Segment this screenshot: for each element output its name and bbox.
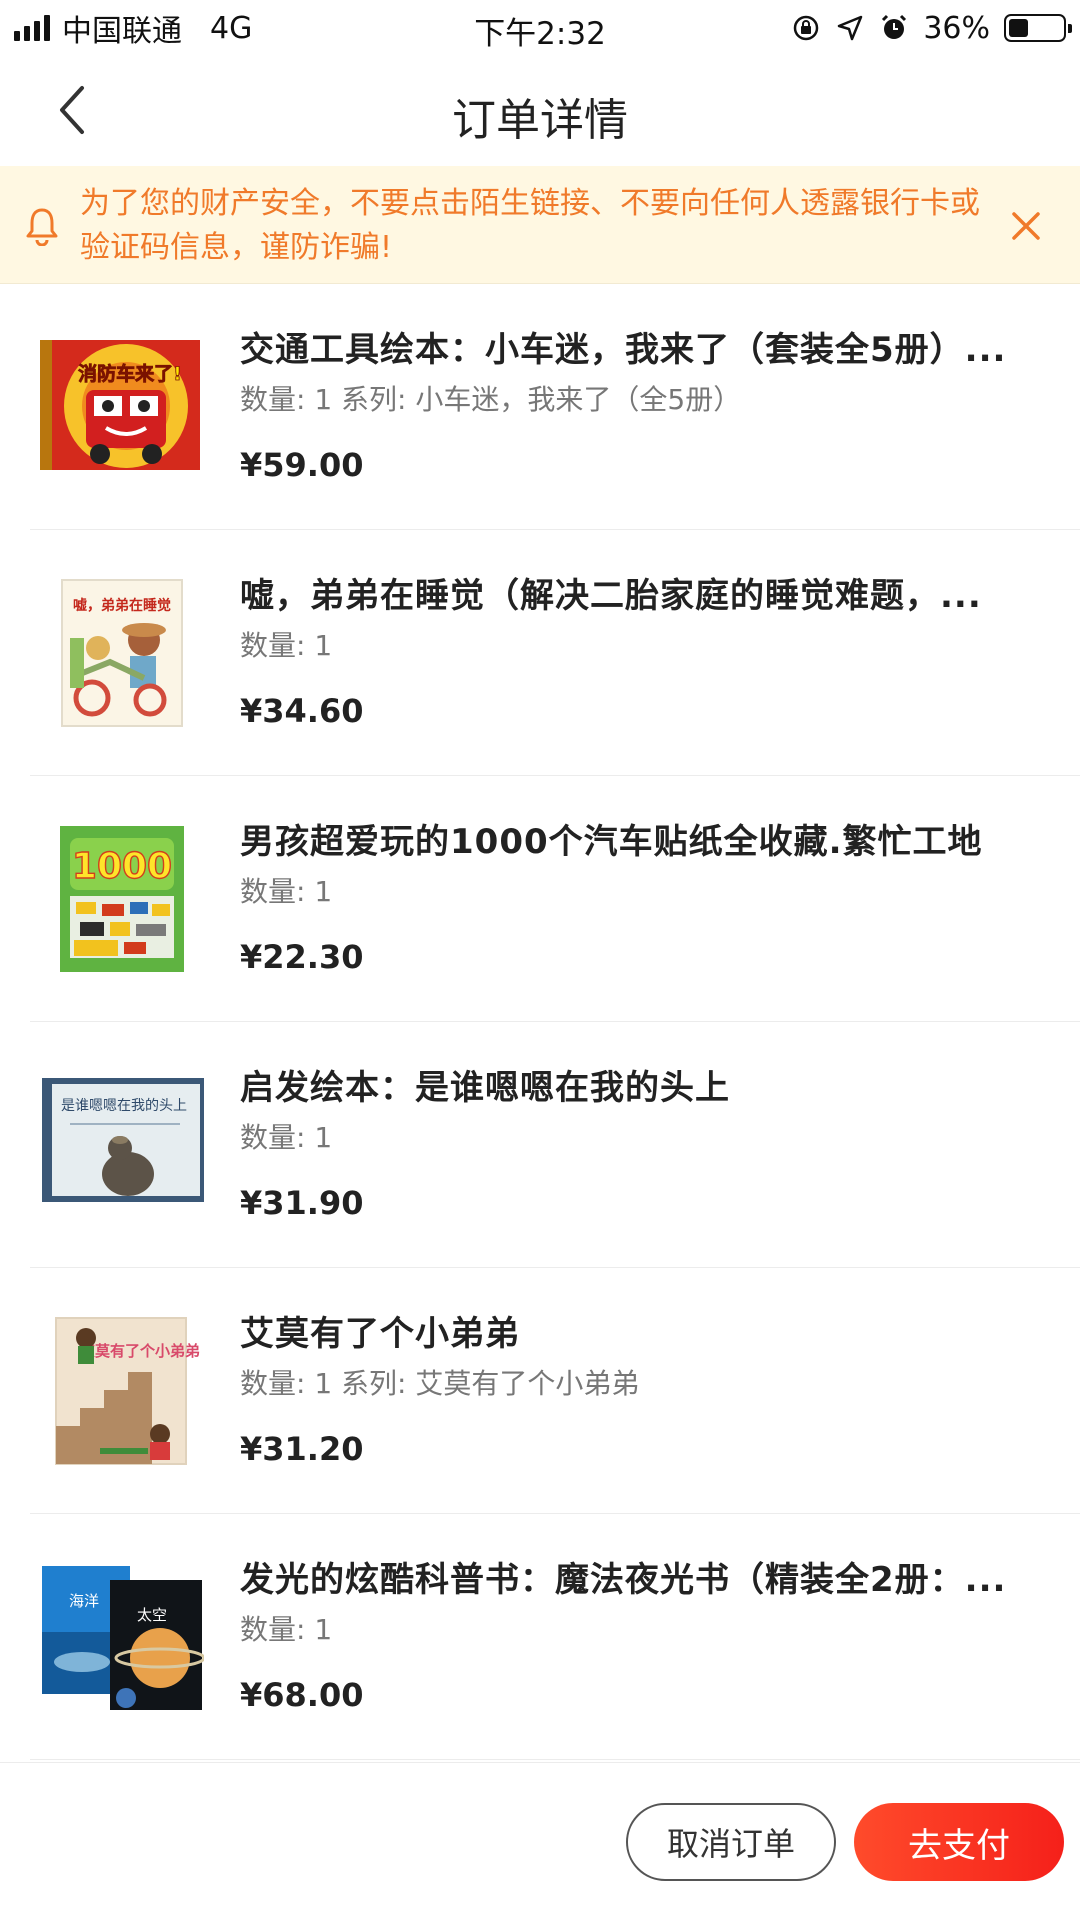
product-cover-image[interactable]: 是谁嗯嗯在我的头上 — [40, 1070, 204, 1220]
product-price: ¥68.00 — [240, 1676, 364, 1714]
battery-percent: 36% — [923, 10, 990, 46]
product-title: 交通工具绘本：小车迷，我来了（套装全5册）... — [240, 330, 1007, 370]
product-title: 艾莫有了个小弟弟 — [240, 1314, 520, 1354]
cover-title: 消防车来了! — [78, 362, 182, 385]
product-title: 启发绘本：是谁嗯嗯在我的头上 — [240, 1068, 730, 1108]
product-quantity-series: 数量: 1 系列: 艾莫有了个小弟弟 — [240, 1367, 640, 1400]
status-right: 36% — [791, 8, 1072, 48]
bell-icon — [26, 208, 58, 246]
location-icon — [838, 15, 863, 41]
order-item[interactable]: 海洋 太空 发光的炫酷科普书：魔法夜光书（精装全2册：... 数量: 1 ¥68… — [0, 1514, 1080, 1760]
close-icon[interactable] — [1006, 206, 1046, 246]
product-cover-image[interactable]: 艾莫有了个小弟弟 — [40, 1316, 204, 1466]
product-price: ¥34.60 — [240, 692, 364, 730]
product-title: 嘘，弟弟在睡觉（解决二胎家庭的睡觉难题，... — [240, 576, 982, 616]
cover-title: 艾莫有了个小弟弟 — [80, 1342, 200, 1360]
product-cover-image[interactable]: 消防车来了! — [40, 332, 204, 482]
battery-icon — [1004, 14, 1072, 42]
order-item[interactable]: 艾莫有了个小弟弟 艾莫有了个小弟弟 数量: 1 系列: 艾莫有了个小弟弟 ¥31… — [0, 1268, 1080, 1514]
product-quantity: 数量: 1 — [240, 629, 333, 662]
orientation-lock-icon — [794, 15, 819, 41]
product-price: ¥59.00 — [240, 446, 364, 484]
product-price: ¥31.90 — [240, 1184, 364, 1222]
product-cover-image[interactable]: 海洋 太空 — [40, 1562, 204, 1712]
cover-title: 嘘，弟弟在睡觉 — [73, 597, 171, 614]
alarm-icon — [882, 14, 907, 39]
bottom-action-bar: 取消订单 去支付 — [0, 1762, 1080, 1920]
product-quantity: 数量: 1 — [240, 875, 333, 908]
cancel-order-button[interactable]: 取消订单 — [626, 1803, 836, 1881]
product-price: ¥22.30 — [240, 938, 364, 976]
product-quantity: 数量: 1 — [240, 1121, 333, 1154]
status-bar: 中国联通 4G 下午2:32 36% — [0, 0, 1080, 56]
product-price: ¥31.20 — [240, 1430, 364, 1468]
order-item[interactable]: 嘘，弟弟在睡觉 嘘，弟弟在睡觉（解决二胎家庭的睡觉难题，... 数量: 1 ¥3… — [0, 530, 1080, 776]
pay-button[interactable]: 去支付 — [854, 1803, 1064, 1881]
product-title: 发光的炫酷科普书：魔法夜光书（精装全2册：... — [240, 1560, 1007, 1600]
cover-title-ocean: 海洋 — [69, 1592, 99, 1610]
order-item[interactable]: 1000 男孩超爱玩的1000个汽车贴纸全收藏.繁忙工地 数量: 1 ¥22.3… — [0, 776, 1080, 1022]
product-title: 男孩超爱玩的1000个汽车贴纸全收藏.繁忙工地 — [240, 822, 983, 862]
page-title: 订单详情 — [452, 95, 628, 146]
cover-title: 是谁嗯嗯在我的头上 — [61, 1098, 187, 1114]
product-quantity: 数量: 1 — [240, 1613, 333, 1646]
cover-title: 1000 — [72, 846, 172, 887]
battery-level — [1009, 19, 1028, 37]
product-cover-image[interactable]: 1000 — [40, 824, 204, 974]
order-item[interactable]: 是谁嗯嗯在我的头上 启发绘本：是谁嗯嗯在我的头上 数量: 1 ¥31.90 — [0, 1022, 1080, 1268]
nav-bar: 订单详情 — [0, 56, 1080, 166]
product-quantity-series: 数量: 1 系列: 小车迷，我来了（全5册） — [240, 383, 742, 416]
order-item[interactable]: 消防车来了! 交通工具绘本：小车迷，我来了（套装全5册）... 数量: 1 系列… — [0, 284, 1080, 530]
security-notice: 为了您的财产安全，不要点击陌生链接、不要向任何人透露银行卡或验证码信息，谨防诈骗… — [0, 166, 1080, 284]
notice-text: 为了您的财产安全，不要点击陌生链接、不要向任何人透露银行卡或验证码信息，谨防诈骗… — [80, 186, 980, 265]
product-cover-image[interactable]: 嘘，弟弟在睡觉 — [40, 578, 204, 728]
cover-title-space: 太空 — [137, 1606, 167, 1624]
order-item-list: 消防车来了! 交通工具绘本：小车迷，我来了（套装全5册）... 数量: 1 系列… — [0, 284, 1080, 1760]
